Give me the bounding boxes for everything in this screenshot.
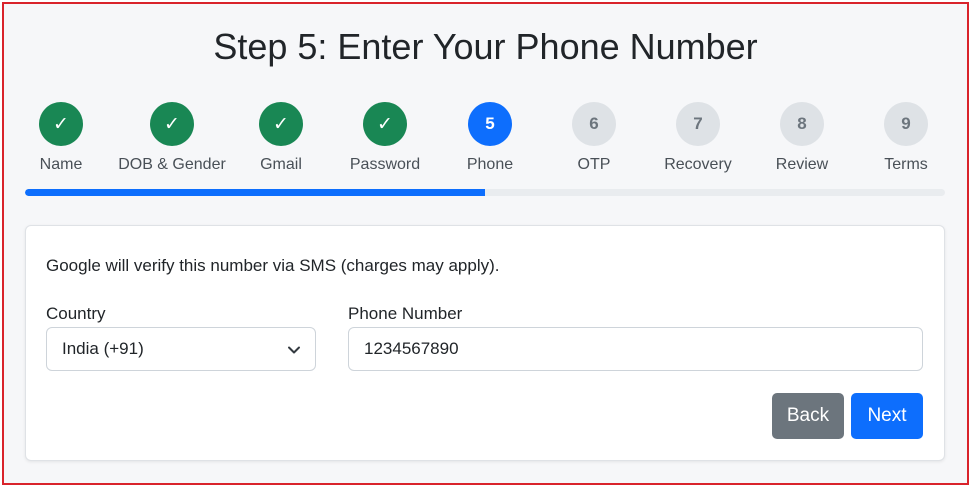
step-label: Name [39,156,83,173]
step-otp: 6 OTP [534,102,654,174]
page-title: Step 5: Enter Your Phone Number [213,26,758,67]
step-label: Terms [884,156,928,173]
country-select[interactable]: India (+91) [46,327,316,371]
page-frame: Step 5: Enter Your Phone Number ✓ Name ✓… [2,2,969,485]
check-icon: ✓ [150,102,194,146]
step-label: Recovery [664,156,732,173]
stepper: ✓ Name ✓ DOB & Gender ✓ Gmail ✓ Password… [4,102,967,182]
step-number: 7 [676,102,720,146]
next-button[interactable]: Next [851,393,923,439]
step-terms: 9 Terms [846,102,966,174]
check-icon: ✓ [363,102,407,146]
step-label: DOB & Gender [118,156,226,173]
check-icon: ✓ [259,102,303,146]
phone-form-card: Google will verify this number via SMS (… [25,225,945,461]
step-recovery: 7 Recovery [638,102,758,174]
step-review: 8 Review [742,102,862,174]
step-dob-gender: ✓ DOB & Gender [112,102,232,174]
step-label: Password [349,156,421,173]
check-icon: ✓ [39,102,83,146]
progress-bar [25,189,945,196]
step-number: 5 [468,102,512,146]
step-number: 8 [780,102,824,146]
sms-notice: Google will verify this number via SMS (… [46,256,500,275]
country-label: Country [46,304,106,323]
phone-input[interactable] [348,327,923,371]
step-phone: 5 Phone [430,102,550,174]
step-name: ✓ Name [1,102,121,174]
step-gmail: ✓ Gmail [221,102,341,174]
step-label: Gmail [260,156,302,173]
step-label: Phone [466,156,514,173]
step-number: 9 [884,102,928,146]
step-number: 6 [572,102,616,146]
step-password: ✓ Password [325,102,445,174]
step-label: Review [775,156,829,173]
step-label: OTP [577,156,611,173]
chevron-down-icon [288,346,300,354]
phone-label: Phone Number [348,304,463,323]
country-value: India (+91) [62,339,144,358]
back-button[interactable]: Back [772,393,844,439]
progress-fill [25,189,485,196]
